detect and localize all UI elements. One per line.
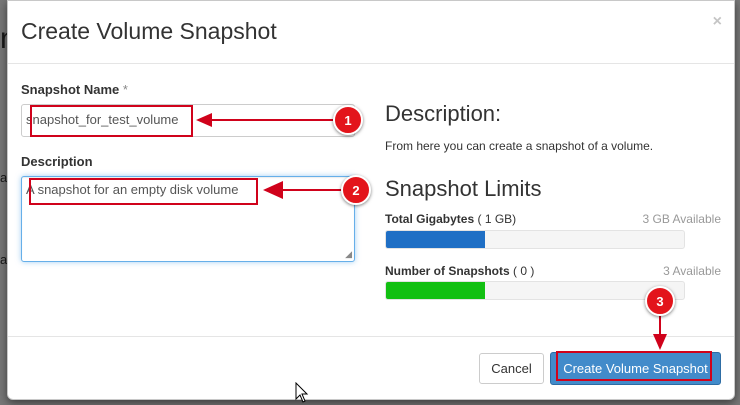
close-icon[interactable]: ×: [713, 13, 722, 31]
snapshots-progress-bar: [385, 281, 685, 300]
annotation-box-description: [29, 178, 258, 205]
cancel-button[interactable]: Cancel: [479, 353, 544, 384]
info-text: From here you can create a snapshot of a…: [385, 139, 654, 153]
description-label: Description: [21, 154, 93, 169]
snapshot-name-label-text: Snapshot Name: [21, 82, 120, 97]
info-heading: Description:: [385, 101, 502, 126]
gigabytes-available: 3 GB Available: [642, 212, 722, 226]
gigabytes-progress-fill: [386, 231, 486, 248]
limits-heading: Snapshot Limits: [385, 176, 542, 201]
resize-grip-icon[interactable]: ◢: [345, 250, 352, 259]
snapshots-detail: ( 0 ): [513, 264, 535, 278]
dialog-title: Create Volume Snapshot: [21, 18, 277, 44]
snapshot-name-label: Snapshot Name *: [21, 82, 128, 97]
mouse-cursor-icon: [295, 382, 309, 403]
gigabytes-limit-label: Total Gigabytes ( 1 GB): [385, 212, 516, 226]
annotation-badge-1: 1: [333, 105, 363, 135]
annotation-box-name: [30, 105, 193, 137]
snapshots-label-text: Number of Snapshots: [385, 264, 510, 278]
dialog-header: Create Volume Snapshot ×: [8, 1, 734, 64]
gigabytes-detail: ( 1 GB): [477, 212, 517, 226]
snapshots-progress-fill: [386, 282, 486, 299]
snapshots-limit-label: Number of Snapshots ( 0 ): [385, 264, 534, 278]
snapshots-available: 3 Available: [663, 264, 721, 278]
gigabytes-progress-bar: [385, 230, 685, 249]
annotation-badge-3: 3: [645, 286, 675, 316]
annotation-box-submit: [556, 351, 712, 381]
required-mark: *: [122, 82, 128, 97]
gigabytes-label-text: Total Gigabytes: [385, 212, 475, 226]
annotation-badge-2: 2: [341, 175, 371, 205]
